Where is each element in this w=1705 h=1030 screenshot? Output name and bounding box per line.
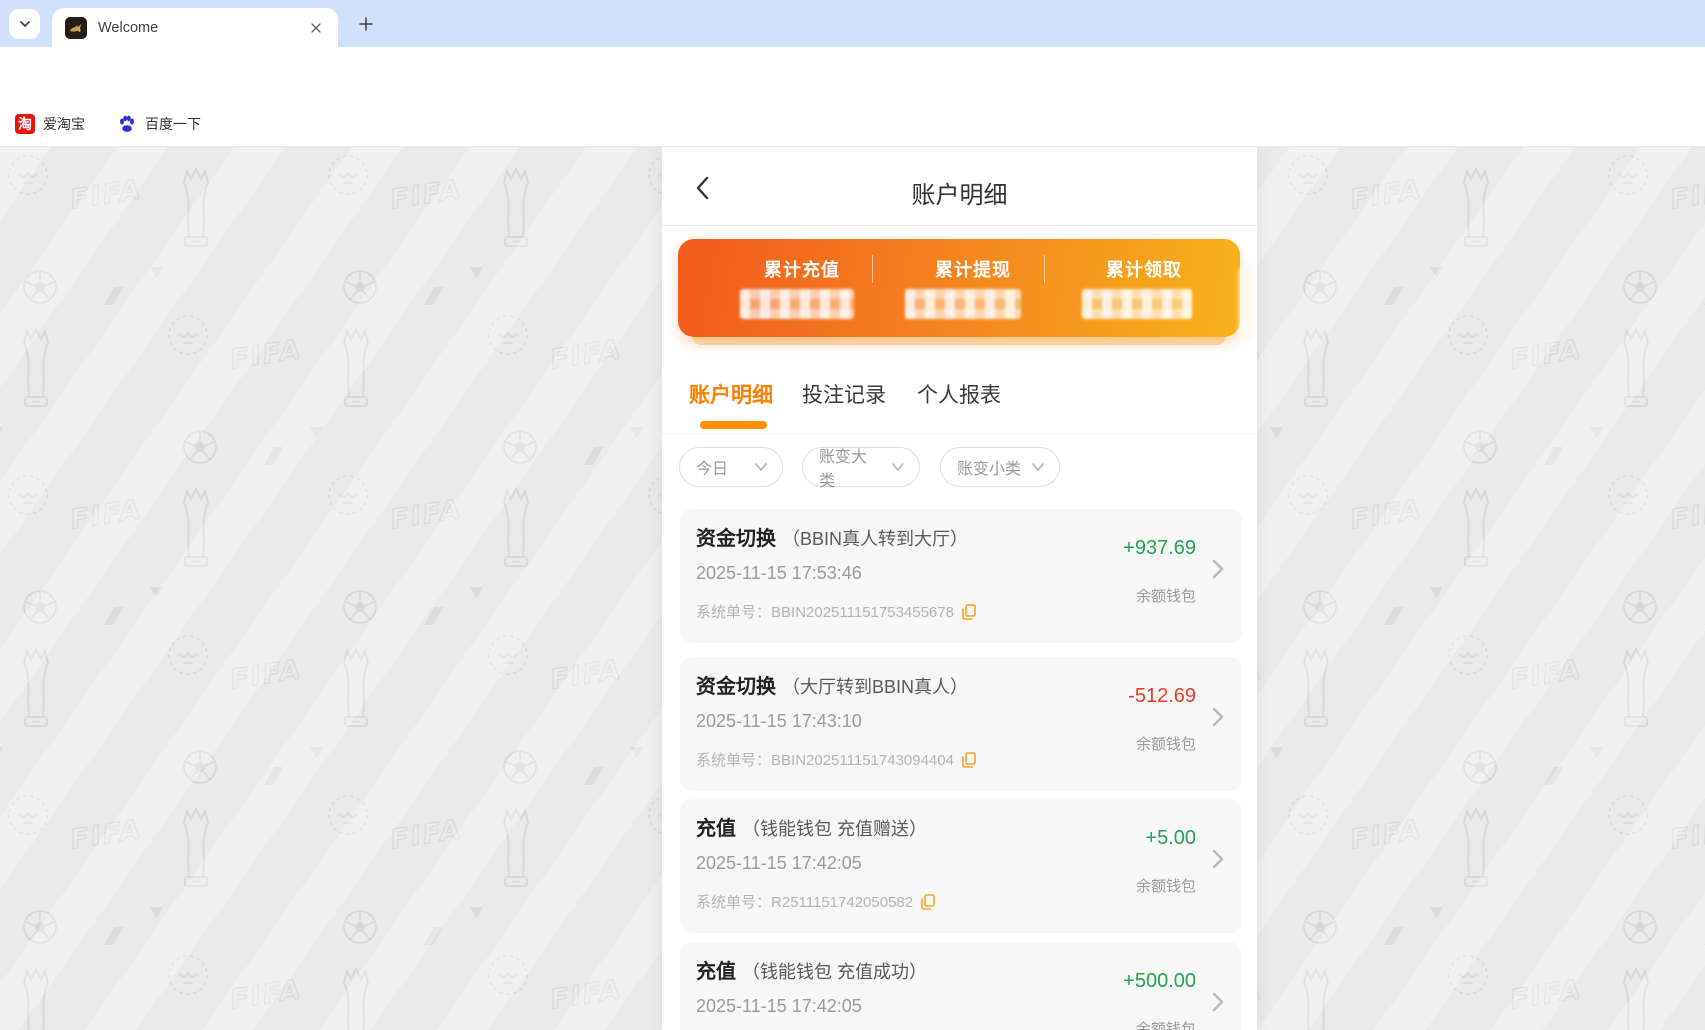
txn-amount: +937.69 [1123,537,1196,560]
transaction-row[interactable]: 资金切换（BBIN真人转到大厅） 2025-11-15 17:53:46 系统单… [680,509,1242,643]
browser-tab-strip: Welcome [0,0,1705,47]
tab-close-button[interactable] [307,19,324,36]
txn-detail: （BBIN真人转到大厅） [782,525,968,551]
filter-label: 账变大类 [819,443,881,491]
txn-type: 充值 [696,955,736,984]
chevron-down-icon [18,17,32,31]
chevron-down-icon [1031,462,1045,472]
page-title: 账户明细 [662,175,1257,210]
filter-label: 今日 [696,455,728,479]
txn-amount: +500.00 [1123,970,1196,993]
stat-separator [1044,255,1045,283]
filter-date-dropdown[interactable]: 今日 [679,447,783,487]
filter-minor-category-dropdown[interactable]: 账变小类 [940,447,1060,487]
txn-wallet: 余额钱包 [1136,733,1196,754]
tab-bet-records[interactable]: 投注记录 [802,379,886,409]
taobao-icon: 淘 [15,114,35,134]
txn-order-no: 系统单号：BBIN202511151753455678 [696,601,954,622]
active-tab-underline [700,421,767,429]
section-tabs: 账户明细 投注记录 个人报表 [662,365,1257,433]
plus-icon [358,16,374,32]
bookmark-aitaobao[interactable]: 淘 爱淘宝 [15,114,85,134]
copy-icon[interactable] [921,894,935,910]
txn-detail: （钱能钱包 充值赠送） [742,815,927,841]
bookmark-label: 爱淘宝 [43,114,85,134]
chevron-right-icon [1212,559,1224,579]
stat-label-withdraw: 累计提现 [883,256,1063,282]
panel-header: 账户明细 [662,147,1257,225]
next-card-peek [1239,267,1254,341]
site-favicon-icon [65,17,87,39]
chevron-right-icon [1212,849,1224,869]
tab-title: Welcome [98,20,158,36]
close-icon [310,22,322,34]
summary-stat-card[interactable]: 累计充值 累计提现 累计领取 [678,239,1240,337]
bookmark-label: 百度一下 [145,114,201,134]
tab-personal-report[interactable]: 个人报表 [917,379,1001,409]
stat-label-deposit: 累计充值 [712,256,892,282]
tab-account-detail[interactable]: 账户明细 [689,379,773,409]
txn-time: 2025-11-15 17:53:46 [696,563,862,584]
tabs-divider [662,433,1257,434]
txn-type: 资金切换 [696,670,776,699]
header-divider [662,225,1257,226]
copy-icon[interactable] [962,752,976,768]
stat-label-claim: 累计领取 [1054,256,1234,282]
browser-tab[interactable]: Welcome [52,8,338,47]
txn-time: 2025-11-15 17:42:05 [696,853,862,874]
txn-type: 资金切换 [696,522,776,551]
transaction-row[interactable]: 充值（钱能钱包 充值赠送） 2025-11-15 17:42:05 系统单号：R… [680,799,1242,933]
new-tab-button[interactable] [352,10,380,38]
chevron-right-icon [1212,707,1224,727]
txn-type: 充值 [696,812,736,841]
txn-time: 2025-11-15 17:42:05 [696,996,862,1017]
txn-wallet: 余额钱包 [1136,585,1196,606]
account-detail-panel: 账户明细 累计充值 累计提现 累计领取 账户明细 投注记录 个人报表 今日 [662,147,1257,1030]
tab-search-button[interactable] [9,9,40,39]
chevron-right-icon [1212,992,1224,1012]
transaction-row[interactable]: 资金切换（大厅转到BBIN真人） 2025-11-15 17:43:10 系统单… [680,657,1242,791]
txn-wallet: 余额钱包 [1136,875,1196,896]
copy-icon[interactable] [962,604,976,620]
txn-amount: -512.69 [1128,685,1196,708]
txn-detail: （钱能钱包 充值成功） [742,958,927,984]
masked-value-withdraw [905,289,1021,319]
masked-value-claim [1082,289,1192,319]
txn-wallet: 余额钱包 [1136,1018,1196,1030]
chevron-down-icon [754,462,768,472]
browser-toolbar: 175616.cc/reports/index [0,47,1705,101]
txn-detail: （大厅转到BBIN真人） [782,673,968,699]
txn-time: 2025-11-15 17:43:10 [696,711,862,732]
stat-separator [872,255,873,283]
chevron-down-icon [891,462,905,472]
bookmark-baidu[interactable]: 百度一下 [117,114,201,134]
txn-order-no: 系统单号：BBIN202511151743094404 [696,749,954,770]
page-background: FIFA [0,147,1705,1030]
filter-label: 账变小类 [957,455,1021,479]
bookmarks-bar: 淘 爱淘宝 百度一下 [0,101,1705,147]
transaction-row[interactable]: 充值（钱能钱包 充值成功） 2025-11-15 17:42:05 +500.0… [680,942,1242,1030]
masked-value-deposit [740,289,854,319]
baidu-paw-icon [117,114,137,134]
txn-amount: +5.00 [1145,827,1196,850]
filter-major-category-dropdown[interactable]: 账变大类 [802,447,920,487]
txn-order-no: 系统单号：R2511151742050582 [696,891,913,912]
